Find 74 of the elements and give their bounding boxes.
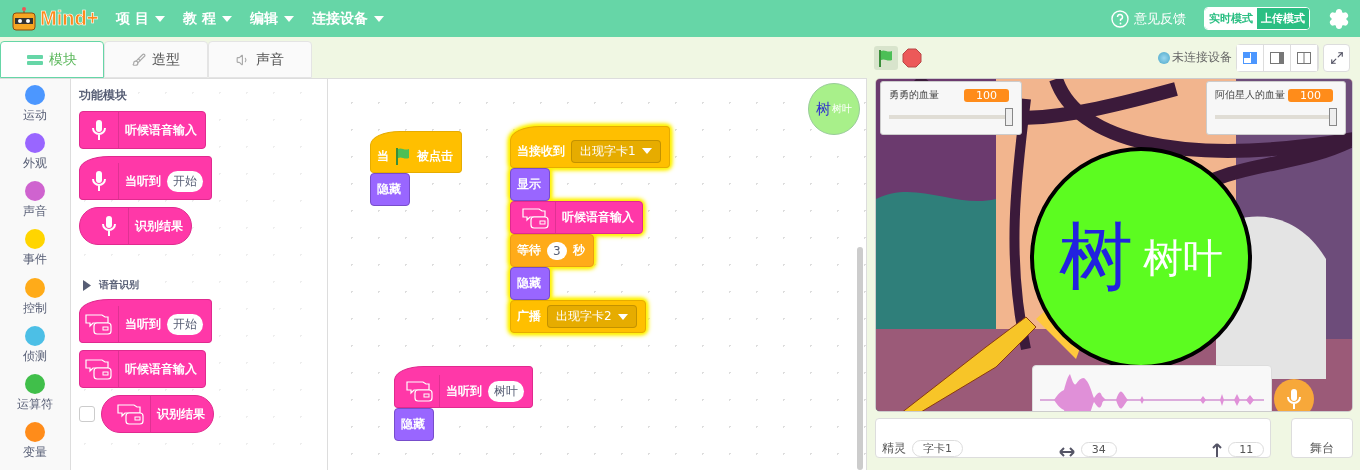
- editor-tab[interactable]: 造型: [104, 41, 208, 78]
- command-block[interactable]: 听候语音输入: [79, 350, 206, 388]
- stage-selector[interactable]: 舞台: [1291, 418, 1353, 458]
- command-block[interactable]: 隐藏: [370, 173, 410, 206]
- hat-block[interactable]: 当听到 开始: [79, 156, 212, 200]
- microphone-icon: [92, 119, 106, 141]
- microphone-icon: [1287, 388, 1301, 410]
- command-block[interactable]: 隐藏: [510, 267, 550, 300]
- caret-icon: [617, 313, 628, 320]
- script-stack[interactable]: 当接收到 出现字卡1 显示 听候语音输入 等待 3 秒 隐藏 广播 出现字卡2: [510, 126, 670, 333]
- category-item[interactable]: 变量: [0, 421, 70, 470]
- editor-tab[interactable]: 声音: [208, 41, 312, 78]
- layout-button[interactable]: [1237, 44, 1264, 71]
- microphone-icon: [92, 170, 106, 192]
- layout-icon: [1297, 51, 1311, 64]
- category-item[interactable]: 控制: [0, 277, 70, 326]
- layout-icon: [1243, 51, 1257, 64]
- caret-icon: [155, 15, 166, 22]
- script-stack[interactable]: 当 被点击 隐藏: [370, 131, 462, 206]
- command-block[interactable]: 听候语音输入: [510, 201, 643, 234]
- flag-icon: [395, 147, 411, 165]
- command-block[interactable]: 听候语音输入: [79, 111, 206, 149]
- category-item[interactable]: 外观: [0, 133, 70, 182]
- sprite-label: 精灵: [882, 440, 906, 457]
- logo-text: Mind+: [40, 7, 99, 30]
- speech-bubbles-icon: [405, 379, 435, 403]
- command-block[interactable]: 等待 3 秒: [510, 234, 594, 267]
- question-icon: [1111, 9, 1129, 28]
- sprite-glyph: 树: [1059, 212, 1133, 301]
- stop-button[interactable]: [902, 47, 922, 68]
- reporter-block[interactable]: 识别结果: [79, 207, 192, 245]
- checkbox[interactable]: [79, 406, 95, 422]
- script-stack[interactable]: 当听到 树叶 隐藏: [394, 366, 533, 441]
- speech-bubbles-icon: [521, 205, 551, 230]
- caret-icon: [641, 148, 652, 154]
- section-header[interactable]: 语音识别: [79, 278, 327, 292]
- monitor-label: 阿伯星人的血量: [1215, 88, 1285, 102]
- robot-logo-icon: [10, 6, 38, 31]
- microphone-icon: [102, 215, 116, 237]
- caret-icon: [222, 15, 233, 22]
- fullscreen-icon: [1329, 50, 1344, 65]
- caret-icon: [284, 15, 295, 22]
- command-block[interactable]: 显示: [510, 168, 550, 201]
- caret-icon: [374, 15, 385, 22]
- monitor-value: 100: [964, 88, 1009, 102]
- category-item[interactable]: 运动: [0, 85, 70, 134]
- category-item[interactable]: 运算符: [0, 373, 70, 422]
- vertical-arrow-icon: [1212, 443, 1223, 457]
- speech-bubbles-icon: [84, 312, 114, 336]
- command-block[interactable]: 隐藏: [394, 408, 434, 441]
- flag-icon: [877, 48, 895, 67]
- monitor-value: 100: [1288, 88, 1333, 102]
- hat-block[interactable]: 当听到 树叶: [394, 366, 533, 408]
- layout-icon: [1270, 51, 1284, 64]
- slider-thumb[interactable]: [1329, 108, 1337, 126]
- fullscreen-button[interactable]: [1323, 43, 1350, 72]
- speech-bubbles-icon: [116, 402, 146, 426]
- settings-icon[interactable]: [1328, 7, 1350, 30]
- category-item[interactable]: 声音: [0, 181, 70, 230]
- speech-bubbles-icon: [84, 357, 114, 381]
- hat-block[interactable]: 当听到 开始: [79, 299, 212, 343]
- reporter-block[interactable]: 识别结果: [101, 395, 214, 433]
- blocks-icon: [27, 54, 43, 65]
- flag-button[interactable]: [874, 45, 898, 70]
- horizontal-arrows-icon: [1058, 447, 1075, 457]
- device-status: 未连接设备: [1158, 49, 1232, 66]
- slider-thumb[interactable]: [1005, 108, 1013, 126]
- sprite-label: 树叶: [1143, 233, 1223, 283]
- scrollbar[interactable]: [857, 247, 863, 470]
- palette-title: 功能模块: [79, 87, 128, 104]
- category-item[interactable]: 事件: [0, 229, 70, 278]
- monitor-label: 勇勇的血量: [889, 88, 939, 102]
- brush-icon: [132, 52, 146, 67]
- category-item[interactable]: 侦测: [0, 325, 70, 374]
